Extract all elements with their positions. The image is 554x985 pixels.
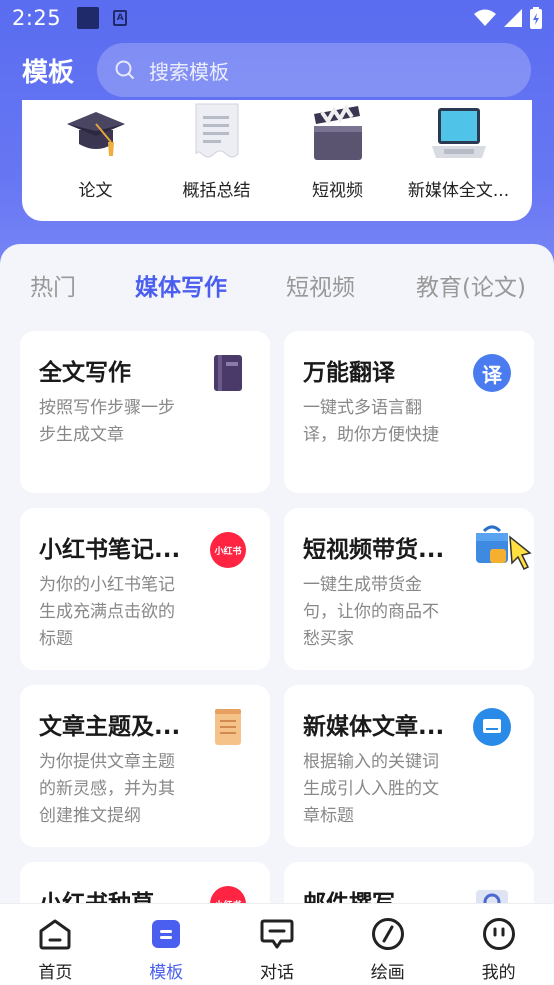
template-icon (148, 916, 184, 952)
xiaohongshu-icon-text: 小红书 (210, 886, 246, 904)
page-title: 模板 (22, 57, 75, 88)
card-title: 小红书笔记... (39, 537, 181, 563)
keyboard-icon: A (113, 10, 128, 26)
tab-media-writing[interactable]: 媒体写作 (135, 268, 227, 340)
category-label: 概括总结 (182, 181, 251, 201)
category-label: 新媒体全文... (407, 181, 510, 201)
xiaohongshu-icon-text: 小红书 (210, 532, 246, 568)
card-title: 短视频带货... (303, 537, 445, 563)
template-card-translate[interactable]: 万能翻译 一键式多语言翻译，助你方便快捷 译 (284, 331, 534, 493)
book-icon (208, 353, 248, 393)
card-title: 小红书种草 (39, 891, 154, 904)
tab-label: 媒体写作 (135, 275, 227, 301)
status-time: 2:25 (12, 6, 62, 30)
translate-icon-glyph: 译 (473, 354, 511, 392)
search-placeholder: 搜索模板 (149, 59, 229, 84)
xiaohongshu-icon: 小红书 (208, 884, 248, 904)
card-title: 全文写作 (39, 360, 131, 386)
nav-home[interactable]: 首页 (0, 904, 111, 985)
card-description: 按照写作步骤一步步生成文章 (39, 398, 175, 445)
template-card-xiaohongshu-note[interactable]: 小红书笔记... 为你的小红书笔记生成充满点击欲的标题 小红书 (20, 508, 270, 670)
nav-label: 首页 (38, 963, 73, 983)
bottom-navigation: 首页 模板 对话 绘画 我的 (0, 903, 554, 985)
template-card-new-media-title[interactable]: 新媒体文章... 根据输入的关键词生成引人入胜的文章标题 (284, 685, 534, 847)
card-title: 邮件撰写 (303, 891, 395, 904)
card-description: 根据输入的关键词生成引人入胜的文章标题 (303, 752, 439, 826)
nav-profile[interactable]: 我的 (443, 904, 554, 985)
card-title: 文章主题及... (39, 714, 181, 740)
card-title: 万能翻译 (303, 360, 395, 386)
category-card: 论文 概括总结 短视频 新媒体全文... (22, 100, 532, 221)
nav-label: 模板 (149, 963, 184, 983)
nav-template[interactable]: 模板 (111, 904, 222, 985)
status-bar: 2:25 A (0, 0, 554, 36)
category-item-short-video[interactable]: 短视频 (277, 100, 398, 221)
template-card-article-topic[interactable]: 文章主题及... 为你提供文章主题的新灵感，并为其创建推文提纲 (20, 685, 270, 847)
shopping-bag-icon (470, 525, 540, 571)
document-icon (182, 100, 252, 162)
tab-short-video[interactable]: 短视频 (286, 268, 355, 302)
template-card-email[interactable]: 邮件撰写 (284, 862, 534, 904)
tab-hot[interactable]: 热门 (30, 268, 76, 302)
scroll-icon (208, 707, 248, 747)
category-label: 短视频 (312, 181, 363, 201)
profile-icon (481, 916, 517, 952)
wifi-icon (474, 9, 496, 26)
battery-icon (530, 7, 542, 29)
template-sheet: 热门 媒体写作 短视频 教育(论文) 全文写作 按照写作步骤一步步生成文章 万能… (0, 244, 554, 904)
tab-education[interactable]: 教育(论文) (416, 268, 526, 302)
clapperboard-icon (303, 100, 373, 162)
template-card-short-video-sales[interactable]: 短视频带货... 一键生成带货金句，让你的商品不愁买家 (284, 508, 534, 670)
search-input[interactable]: 搜索模板 (97, 43, 531, 97)
xiaohongshu-icon: 小红书 (208, 530, 248, 570)
notification-icon (77, 7, 100, 29)
nav-label: 对话 (259, 963, 294, 983)
card-title: 新媒体文章... (303, 714, 445, 740)
card-description: 一键式多语言翻译，助你方便快捷 (303, 398, 439, 445)
nav-chat[interactable]: 对话 (222, 904, 333, 985)
graduation-cap-icon (61, 100, 131, 162)
chat-icon (259, 916, 295, 952)
category-item-summary[interactable]: 概括总结 (156, 100, 277, 221)
card-description: 为你提供文章主题的新灵感，并为其创建推文提纲 (39, 752, 175, 826)
card-description: 为你的小红书笔记生成充满点击欲的标题 (39, 575, 175, 649)
home-icon (37, 916, 73, 952)
search-icon (115, 60, 135, 80)
template-card-full-writing[interactable]: 全文写作 按照写作步骤一步步生成文章 (20, 331, 270, 493)
category-label: 论文 (78, 181, 113, 201)
card-description: 一键生成带货金句，让你的商品不愁买家 (303, 575, 439, 649)
signal-icon (504, 9, 522, 27)
page-header: 模板 搜索模板 (0, 42, 554, 98)
screen-icon (472, 707, 512, 747)
compass-icon (370, 916, 406, 952)
translate-icon: 译 (472, 353, 512, 393)
mail-icon (472, 884, 512, 904)
category-tabs: 热门 媒体写作 短视频 教育(论文) (0, 244, 554, 340)
nav-drawing[interactable]: 绘画 (332, 904, 443, 985)
category-item-paper[interactable]: 论文 (35, 100, 156, 221)
nav-label: 我的 (481, 963, 516, 983)
category-item-new-media[interactable]: 新媒体全文... (398, 100, 519, 221)
template-card-xiaohongshu-seeding[interactable]: 小红书种草 小红书 (20, 862, 270, 904)
laptop-icon (424, 100, 494, 162)
nav-label: 绘画 (370, 963, 405, 983)
